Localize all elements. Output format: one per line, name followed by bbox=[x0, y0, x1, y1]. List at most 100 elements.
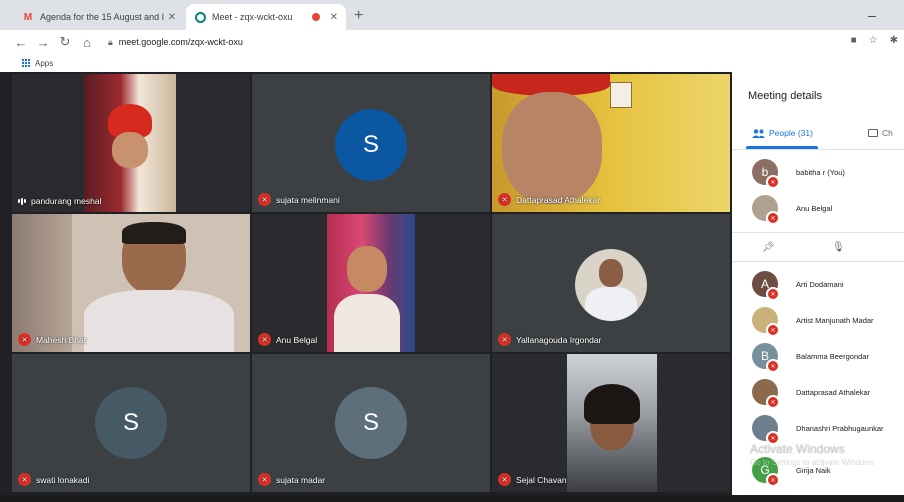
participant-name: Anu Belgal bbox=[796, 203, 833, 213]
apps-bookmark[interactable]: Apps bbox=[35, 59, 53, 68]
participant-name: Artist Manjunath Madar bbox=[796, 315, 874, 325]
mic-muted-icon: ✕ bbox=[258, 473, 271, 486]
mic-muted-icon: ✕ bbox=[766, 395, 780, 409]
tab-meet[interactable]: Meet - zqx-wckt-oxu ✕ bbox=[186, 4, 346, 30]
speaking-indicator-icon bbox=[18, 197, 26, 205]
camera-icon[interactable]: ■ bbox=[851, 35, 857, 46]
participant-name: babitha r (You) bbox=[796, 167, 845, 177]
participant-list-item[interactable]: ✕ Anu Belgal bbox=[732, 190, 904, 226]
video-feed-dress bbox=[334, 294, 400, 352]
participant-name-bar: ✕ Anu Belgal bbox=[258, 333, 317, 346]
video-feed-hair bbox=[584, 384, 640, 424]
participant-avatar: S bbox=[335, 109, 407, 181]
extensions-icon[interactable]: ✱ bbox=[890, 35, 898, 46]
lock-icon[interactable]: 🔒︎ bbox=[108, 37, 113, 48]
participant-name-bar: ✕ sujata melinmani bbox=[258, 193, 340, 206]
participant-name-bar: ✕ Mahesh Bhat bbox=[18, 333, 86, 346]
participant-name-bar: ✕ Dattaprasad Athalekar bbox=[498, 193, 600, 206]
participant-tile[interactable]: ✕ Dattaprasad Athalekar bbox=[492, 74, 730, 212]
home-icon[interactable]: ⌂ bbox=[80, 35, 94, 50]
tab-people-label: People (31) bbox=[769, 128, 813, 138]
tab-chat[interactable]: Ch bbox=[868, 128, 893, 138]
reload-icon[interactable]: ↻ bbox=[58, 34, 72, 50]
participant-tile[interactable]: pandurang meshal bbox=[12, 74, 250, 212]
participant-name: Anu Belgal bbox=[276, 334, 318, 345]
participant-tile[interactable]: ✕ Anu Belgal bbox=[252, 214, 490, 352]
tab-people[interactable]: People (31) bbox=[752, 128, 813, 138]
panel-tabs: People (31) Ch bbox=[732, 122, 904, 150]
url-field[interactable]: meet.google.com/zqx-wckt-oxu bbox=[119, 37, 243, 47]
tab-title: Agenda for the 15 August and In bbox=[40, 12, 164, 22]
tab-title: Meet - zqx-wckt-oxu bbox=[212, 12, 293, 22]
participant-name-bar: ✕ sujata madar bbox=[258, 473, 325, 486]
participant-tile[interactable]: ✕ Mahesh Bhat bbox=[12, 214, 250, 352]
participant-name: Yallanagouda Irgondar bbox=[516, 334, 602, 345]
video-feed-face bbox=[112, 132, 148, 168]
mic-muted-icon: ✕ bbox=[18, 333, 31, 346]
screen: M Agenda for the 15 August and In ✕ Meet… bbox=[0, 0, 904, 502]
mic-muted-icon: ✕ bbox=[766, 287, 780, 301]
participant-photo-avatar bbox=[575, 249, 647, 321]
panel-title: Meeting details bbox=[748, 90, 822, 102]
mic-muted-icon: ✕ bbox=[498, 333, 511, 346]
participant-name: sujata madar bbox=[276, 474, 326, 485]
video-feed-frame bbox=[610, 82, 632, 108]
participant-name-bar: pandurang meshal bbox=[18, 196, 101, 206]
participant-tile[interactable]: S ✕ sujata madar bbox=[252, 354, 490, 492]
minimize-icon[interactable]: – bbox=[868, 7, 876, 23]
apps-grid-icon bbox=[22, 59, 30, 67]
bookmarks-bar: Apps bbox=[0, 54, 904, 72]
browser-tab-strip: M Agenda for the 15 August and In ✕ Meet… bbox=[0, 0, 904, 30]
participant-tile[interactable]: ✕ Sejal Chavan bbox=[492, 354, 730, 492]
video-feed-hair bbox=[122, 222, 186, 244]
participant-tile[interactable]: S ✕ sujata melinmani bbox=[252, 74, 490, 212]
participant-name-bar: ✕ Yallanagouda Irgondar bbox=[498, 333, 601, 346]
mic-muted-icon: ✕ bbox=[766, 211, 780, 225]
participant-list-item[interactable]: ✕ Artist Manjunath Madar bbox=[732, 302, 904, 338]
forward-icon[interactable]: → bbox=[36, 35, 50, 50]
new-tab-button[interactable]: + bbox=[354, 7, 363, 25]
pin-icon[interactable]: 📌︎ bbox=[762, 242, 775, 253]
participant-tile[interactable]: S ✕ swati lonakadi bbox=[12, 354, 250, 492]
address-bar-row: ← → ↻ ⌂ 🔒︎ meet.google.com/zqx-wckt-oxu … bbox=[0, 30, 904, 54]
mic-muted-icon: ✕ bbox=[258, 193, 271, 206]
participant-tile[interactable]: ✕ Yallanagouda Irgondar bbox=[492, 214, 730, 352]
video-feed-face bbox=[347, 246, 387, 292]
participant-list-item[interactable]: b ✕ babitha r (You) bbox=[732, 154, 904, 190]
mic-muted-icon: ✕ bbox=[766, 323, 780, 337]
mic-muted-icon: ✕ bbox=[766, 175, 780, 189]
participant-name: Balamma Beergondar bbox=[796, 351, 869, 361]
participant-avatar: S bbox=[95, 387, 167, 459]
tab-gmail[interactable]: M Agenda for the 15 August and In ✕ bbox=[14, 4, 184, 30]
participant-name: Sejal Chavan bbox=[516, 474, 567, 485]
participant-list-item[interactable]: ✕ Dattaprasad Athalekar bbox=[732, 374, 904, 410]
participant-name: Dattaprasad Athalekar bbox=[796, 387, 871, 397]
participant-list-item[interactable]: ✕ Dhanashri Prabhugaunkar bbox=[732, 410, 904, 446]
participant-actions-row: 📌︎ 🎙︎ bbox=[732, 232, 904, 262]
participant-list-item[interactable]: B ✕ Balamma Beergondar bbox=[732, 338, 904, 374]
back-icon[interactable]: ← bbox=[14, 35, 28, 50]
participant-list-item[interactable]: A ✕ Arti Dodamani bbox=[732, 266, 904, 302]
close-tab-icon[interactable]: ✕ bbox=[168, 12, 176, 23]
tab-chat-label: Ch bbox=[882, 128, 893, 138]
video-feed-curtain bbox=[12, 214, 72, 352]
participant-name: Arti Dodamani bbox=[796, 279, 844, 289]
mic-muted-icon: ✕ bbox=[498, 473, 511, 486]
activate-windows-watermark: Activate Windows bbox=[750, 442, 845, 456]
video-feed-shirt bbox=[84, 290, 234, 352]
participant-name: Dhanashri Prabhugaunkar bbox=[796, 423, 884, 433]
address-bar-actions: ■ ☆ ✱ bbox=[851, 35, 898, 46]
close-tab-icon[interactable]: ✕ bbox=[330, 12, 338, 23]
recording-dot-icon bbox=[311, 13, 320, 21]
mute-participant-icon[interactable]: 🎙︎ bbox=[832, 242, 845, 253]
bookmark-star-icon[interactable]: ☆ bbox=[869, 35, 878, 46]
participant-avatar: S bbox=[335, 387, 407, 459]
meeting-details-panel: Meeting details People (31) Ch b ✕ babit… bbox=[732, 72, 904, 502]
participant-name-bar: ✕ Sejal Chavan bbox=[498, 473, 567, 486]
participant-name: swati lonakadi bbox=[36, 474, 90, 485]
people-icon bbox=[752, 128, 765, 138]
activate-windows-subtext: Go to Settings to activate Windows bbox=[750, 458, 875, 467]
gmail-icon: M bbox=[23, 11, 33, 23]
participant-name: Dattaprasad Athalekar bbox=[516, 194, 601, 205]
participant-name: Mahesh Bhat bbox=[36, 334, 87, 345]
